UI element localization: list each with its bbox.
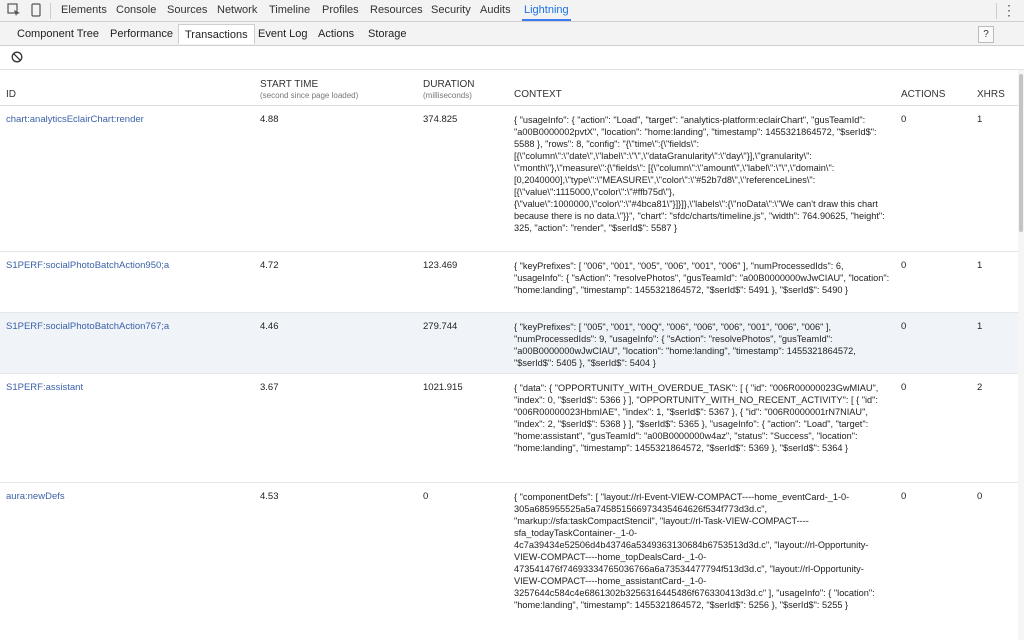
column-duration[interactable]: DURATION (milliseconds) — [423, 79, 474, 100]
help-button[interactable]: ? — [978, 26, 994, 43]
context-json: { "componentDefs": [ "layout://rl-Event-… — [514, 492, 875, 611]
xhrs-count: 2 — [977, 382, 983, 393]
device-mode-icon[interactable] — [28, 3, 44, 19]
tab-console[interactable]: Console — [116, 0, 156, 21]
transaction-id[interactable]: S1PERF:socialPhotoBatchAction767;a — [6, 321, 169, 333]
transaction-id[interactable]: S1PERF:assistant — [6, 382, 83, 394]
start-time: 4.72 — [260, 260, 279, 271]
start-time: 4.88 — [260, 114, 279, 125]
tab-profiles[interactable]: Profiles — [322, 0, 359, 21]
start-time: 4.53 — [260, 491, 279, 502]
devtools-toolbar: Elements Console Sources Network Timelin… — [0, 0, 1024, 22]
subtab-transactions[interactable]: Transactions — [178, 24, 255, 44]
tab-lightning[interactable]: Lightning — [522, 0, 571, 21]
table-row[interactable]: chart:analyticsEclairChart:render 4.88 3… — [0, 106, 1018, 252]
column-xhrs[interactable]: XHRS — [977, 89, 1005, 100]
lightning-subtabs: Component Tree Performance Transactions … — [0, 22, 1024, 46]
column-duration-sub: (milliseconds) — [423, 91, 472, 100]
tab-timeline[interactable]: Timeline — [269, 0, 310, 21]
tab-network[interactable]: Network — [217, 0, 257, 21]
duration: 0 — [423, 491, 429, 502]
transaction-id[interactable]: S1PERF:socialPhotoBatchAction950;a — [6, 260, 169, 272]
actions-count: 0 — [901, 260, 907, 271]
column-start-time-label: START TIME — [260, 79, 319, 90]
tab-audits[interactable]: Audits — [480, 0, 511, 21]
tab-resources[interactable]: Resources — [370, 0, 423, 21]
transactions-toolbar — [0, 46, 1024, 70]
table-header: ID START TIME (second since page loaded) … — [0, 70, 1018, 106]
subtab-event-log[interactable]: Event Log — [252, 24, 314, 44]
duration: 123.469 — [423, 260, 458, 271]
duration: 279.744 — [423, 321, 458, 332]
subtab-actions[interactable]: Actions — [312, 24, 360, 44]
xhrs-count: 0 — [977, 491, 983, 502]
transaction-id[interactable]: aura:newDefs — [6, 491, 65, 503]
scrollbar-thumb[interactable] — [1019, 74, 1023, 232]
subtab-storage[interactable]: Storage — [362, 24, 413, 44]
xhrs-count: 1 — [977, 114, 983, 125]
table-row[interactable]: S1PERF:socialPhotoBatchAction767;a 4.46 … — [0, 313, 1018, 374]
xhrs-count: 1 — [977, 260, 983, 271]
more-options-icon[interactable]: ⋮ — [1002, 2, 1016, 18]
transaction-id[interactable]: chart:analyticsEclairChart:render — [6, 114, 144, 126]
table-row[interactable]: S1PERF:assistant 3.67 1021.915 { "data":… — [0, 374, 1018, 483]
table-row[interactable]: S1PERF:socialPhotoBatchAction950;a 4.72 … — [0, 252, 1018, 313]
column-duration-label: DURATION — [423, 79, 475, 90]
clear-icon[interactable] — [11, 51, 23, 63]
tab-elements[interactable]: Elements — [61, 0, 107, 21]
column-start-time[interactable]: START TIME (second since page loaded) — [260, 79, 358, 100]
column-id[interactable]: ID — [6, 89, 16, 100]
duration: 374.825 — [423, 114, 458, 125]
column-context[interactable]: CONTEXT — [514, 89, 562, 100]
subtab-component-tree[interactable]: Component Tree — [11, 24, 105, 44]
context-json: { "usageInfo": { "action": "Load", "targ… — [514, 115, 885, 234]
column-start-time-sub: (second since page loaded) — [260, 91, 359, 100]
context-json: { "keyPrefixes": [ "005", "001", "00Q", … — [514, 322, 856, 369]
context-json: { "keyPrefixes": [ "006", "001", "005", … — [514, 261, 890, 296]
start-time: 3.67 — [260, 382, 279, 393]
actions-count: 0 — [901, 321, 907, 332]
actions-count: 0 — [901, 382, 907, 393]
actions-count: 0 — [901, 491, 907, 502]
xhrs-count: 1 — [977, 321, 983, 332]
inspect-element-icon[interactable] — [6, 3, 22, 19]
toolbar-divider — [996, 3, 997, 19]
context-json: { "data": { "OPPORTUNITY_WITH_OVERDUE_TA… — [514, 383, 879, 454]
column-actions[interactable]: ACTIONS — [901, 89, 945, 100]
start-time: 4.46 — [260, 321, 279, 332]
actions-count: 0 — [901, 114, 907, 125]
tab-security[interactable]: Security — [431, 0, 471, 21]
subtab-performance[interactable]: Performance — [104, 24, 179, 44]
tab-sources[interactable]: Sources — [167, 0, 207, 21]
toolbar-divider — [50, 3, 51, 19]
table-row[interactable]: aura:newDefs 4.53 0 { "componentDefs": [… — [0, 483, 1018, 640]
duration: 1021.915 — [423, 382, 463, 393]
